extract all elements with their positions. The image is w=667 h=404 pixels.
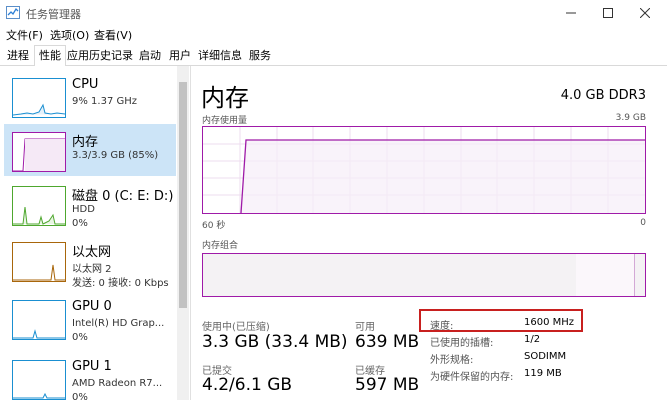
available-value: 639 MB [355,332,420,352]
composition-label: 内存组合 [202,241,239,251]
window-title: 任务管理器 [26,8,81,21]
task-manager-icon [6,6,20,19]
tab-performance[interactable]: 性能 [34,45,66,67]
page-title: 内存 [201,84,249,112]
sidebar-item-detail: 0% [72,332,88,343]
maximize-button[interactable] [591,2,625,24]
in-use-value: 3.3 GB (33.4 MB) [202,332,348,352]
prop-slots-key: 已使用的插槽: [430,338,494,349]
prop-slots-value: 1/2 [524,334,541,345]
available-label: 可用 [355,322,375,333]
menu-options[interactable]: 选项(O) [50,27,89,43]
close-button[interactable] [628,2,662,24]
cpu-thumbnail-graph [12,78,66,118]
committed-value: 4.2/6.1 GB [202,375,293,395]
gpu0-thumbnail-graph [12,300,66,340]
sidebar-item-detail: AMD Radeon R7... [72,378,163,389]
usage-graph-max: 3.9 GB [615,113,646,123]
prop-speed-value: 1600 MHz [524,317,575,328]
prop-reserved-key: 为硬件保留的内存: [430,372,514,383]
sidebar-item-title: 以太网 [72,245,112,260]
minimize-icon [566,12,576,14]
prop-reserved-value: 119 MB [524,368,562,379]
title-bar: 任务管理器 [0,0,667,26]
in-use-label: 使用中(已压缩) [202,322,270,333]
tab-processes[interactable]: 进程 [3,46,33,65]
tab-services[interactable]: 服务 [246,46,274,65]
cached-value: 597 MB [355,375,420,395]
sidebar-item-memory[interactable]: 内存 3.3/3.9 GB (85%) [4,124,176,176]
disk-thumbnail-graph [12,186,66,226]
prop-form-factor-key: 外形规格: [430,355,474,366]
prop-speed-key: 速度: [430,321,454,332]
tab-startup[interactable]: 启动 [136,46,164,65]
gpu1-thumbnail-graph [12,360,66,400]
memory-composition-bar [202,253,646,297]
tab-app-history[interactable]: 应用历史记录 [66,46,134,65]
sidebar-item-ethernet[interactable]: 以太网 以太网 2 发送: 0 接收: 0 Kbps [4,234,176,289]
ethernet-thumbnail-graph [12,242,66,282]
memory-composition-standby [576,254,635,296]
sidebar-item-title: 内存 [72,135,99,150]
sidebar-scrollbar[interactable] [177,66,189,400]
tab-details[interactable]: 详细信息 [196,46,244,65]
sidebar-scrollbar-thumb[interactable] [179,82,187,308]
sidebar-item-detail: 0% [72,392,88,403]
sidebar-item-title: 磁盘 0 (C: E: D:) [72,189,174,204]
sidebar-item-detail: 9% 1.37 GHz [72,96,138,107]
menu-bar: 文件(F) 选项(O) 查看(V) [0,26,667,44]
minimize-button[interactable] [554,2,588,24]
prop-form-factor-value: SODIMM [524,351,567,362]
resource-sidebar: CPU 9% 1.37 GHz 内存 3.3/3.9 GB (85%) 磁盘 0… [0,66,191,403]
sidebar-item-gpu-0[interactable]: GPU 0 Intel(R) HD Grap... 0% [4,292,176,344]
sidebar-item-detail: 以太网 2 [72,264,112,275]
sidebar-item-detail: 3.3/3.9 GB (85%) [72,150,159,161]
sidebar-item-detail: 发送: 0 接收: 0 Kbps [72,278,169,289]
tab-bar: 进程 性能 应用历史记录 启动 用户 详细信息 服务 [0,44,667,67]
sidebar-item-title: GPU 0 [72,299,112,314]
memory-composition-in-use [203,254,577,296]
menu-file[interactable]: 文件(F) [6,27,43,43]
sidebar-item-cpu[interactable]: CPU 9% 1.37 GHz [4,70,176,122]
sidebar-item-detail: Intel(R) HD Grap... [72,318,165,329]
sidebar-item-title: CPU [72,77,99,92]
memory-spec: 4.0 GB DDR3 [560,88,646,103]
maximize-icon [603,8,613,18]
memory-detail-panel: 内存 4.0 GB DDR3 内存使用量 3.9 GB 60 秒 0 内存组合 … [190,66,667,400]
graph-time-right: 0 [640,218,646,228]
sidebar-item-gpu-1[interactable]: GPU 1 AMD Radeon R7... 0% [4,352,176,404]
sidebar-item-detail: 0% [72,218,88,229]
graph-time-left: 60 秒 [202,221,226,231]
usage-graph-label: 内存使用量 [202,116,248,126]
close-icon [640,8,650,18]
menu-view[interactable]: 查看(V) [94,27,132,43]
tab-users[interactable]: 用户 [166,46,194,65]
memory-thumbnail-graph [12,132,66,172]
sidebar-item-disk[interactable]: 磁盘 0 (C: E: D:) HDD 0% [4,178,176,230]
memory-usage-graph [202,126,646,214]
sidebar-item-title: GPU 1 [72,359,112,374]
sidebar-item-detail: HDD [72,204,95,215]
